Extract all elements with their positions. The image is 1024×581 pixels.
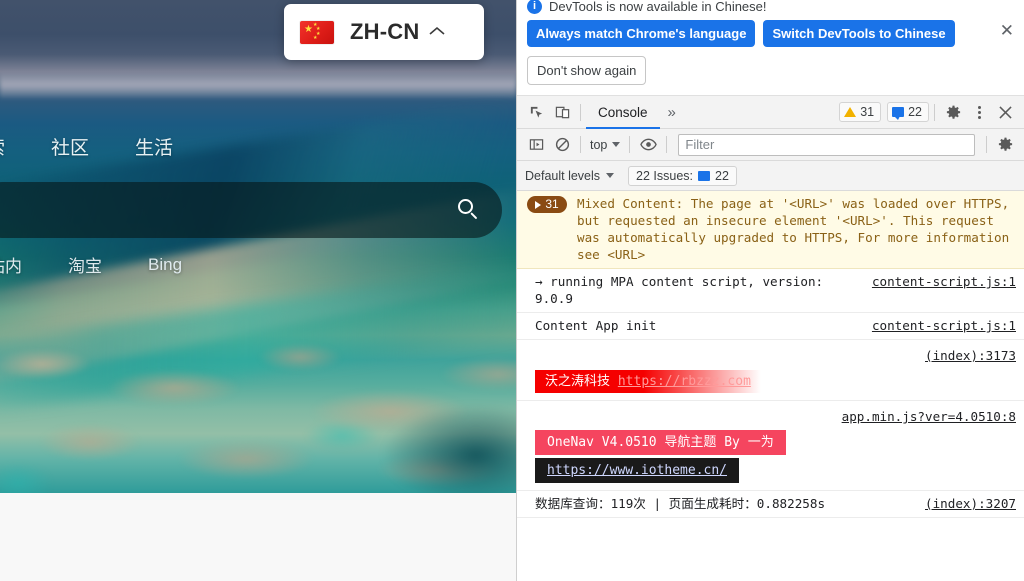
dont-show-again-button[interactable]: Don't show again bbox=[527, 56, 647, 85]
close-devtools-icon[interactable] bbox=[992, 99, 1018, 125]
page-content-below-hero bbox=[0, 493, 516, 581]
warning-icon bbox=[844, 107, 857, 117]
console-message-db-stats[interactable]: 数据库查询：119次 | 页面生成耗时：0.882258s (index):32… bbox=[517, 491, 1024, 518]
switch-devtools-language-button[interactable]: Switch DevTools to Chinese bbox=[763, 20, 955, 47]
search-icon[interactable] bbox=[458, 199, 480, 221]
language-label: ZH-CN bbox=[350, 19, 420, 44]
console-message-log-2[interactable]: Content App init content-script.js:1 bbox=[517, 313, 1024, 340]
log-text: Content App init bbox=[535, 318, 657, 333]
primary-nav: 索 社区 生活 bbox=[0, 133, 516, 160]
message-group-badge[interactable]: 31 bbox=[527, 196, 567, 213]
source-link[interactable]: (index):3207 bbox=[925, 495, 1016, 512]
devtools-language-banner: i DevTools is now available in Chinese! … bbox=[517, 0, 1024, 96]
console-filter-input[interactable] bbox=[678, 133, 975, 156]
hero-deep-water bbox=[336, 400, 516, 493]
execution-context-label: top bbox=[590, 137, 608, 152]
console-message-log-1[interactable]: → running MPA content script, version: 9… bbox=[517, 269, 1024, 313]
chevron-down-icon bbox=[612, 142, 621, 147]
banner-text: DevTools is now available in Chinese! bbox=[549, 0, 767, 14]
search-input[interactable] bbox=[14, 182, 414, 238]
styled-badge-red: 沃之涛科技 https://rbzzz.com bbox=[535, 370, 761, 393]
more-tabs-icon[interactable]: » bbox=[660, 104, 684, 121]
search-engine-tabs: 站内 淘宝 Bing bbox=[0, 252, 516, 277]
gear-icon[interactable] bbox=[940, 99, 966, 125]
clear-console-icon[interactable] bbox=[549, 132, 575, 158]
onenav-link[interactable]: https://www.iotheme.cn/ bbox=[547, 463, 727, 478]
source-link[interactable]: (index):3173 bbox=[925, 348, 1016, 363]
hero-background-image bbox=[0, 0, 516, 493]
web-page-pane: 索 社区 生活 站内 淘宝 Bing ★ ★ ★ ★ ★ ZH-CN bbox=[0, 0, 516, 581]
expand-triangle-icon bbox=[535, 200, 542, 209]
db-stats-text: 数据库查询：119次 | 页面生成耗时：0.882258s bbox=[535, 496, 826, 511]
console-settings-gear-icon[interactable] bbox=[992, 132, 1018, 158]
banner-button-row-secondary: Don't show again bbox=[527, 56, 1014, 85]
language-selector[interactable]: ★ ★ ★ ★ ★ ZH-CN bbox=[284, 4, 484, 60]
live-expression-icon[interactable] bbox=[635, 132, 661, 158]
chevron-down-icon-levels bbox=[606, 173, 615, 178]
filterbar-divider-4 bbox=[986, 136, 987, 153]
console-sidebar-icon[interactable] bbox=[523, 132, 549, 158]
filterbar-divider bbox=[580, 136, 581, 153]
toolbar-divider-2 bbox=[934, 103, 935, 121]
issues-counter[interactable]: 22 bbox=[887, 102, 929, 122]
inspect-element-icon[interactable] bbox=[523, 99, 549, 125]
devtools-panel: i DevTools is now available in Chinese! … bbox=[516, 0, 1024, 581]
nav-item-community[interactable]: 社区 bbox=[51, 133, 89, 160]
console-levels-toolbar: Default levels 22 Issues: 22 bbox=[517, 161, 1024, 191]
console-message-styled-red[interactable]: (index):3173 沃之涛科技 https://rbzzz.com bbox=[517, 340, 1024, 401]
warning-count: 31 bbox=[860, 105, 875, 119]
console-message-styled-onenav[interactable]: app.min.js?ver=4.0510:8 OneNav V4.0510 导… bbox=[517, 401, 1024, 491]
nav-item-search[interactable]: 索 bbox=[0, 133, 5, 160]
devtools-main-toolbar: Console » 31 22 bbox=[517, 96, 1024, 129]
styled-badge-label: 沃之涛科技 bbox=[545, 374, 611, 389]
source-link[interactable]: app.min.js?ver=4.0510:8 bbox=[842, 409, 1016, 424]
filterbar-divider-3 bbox=[666, 136, 668, 153]
flag-cn-icon: ★ ★ ★ ★ ★ bbox=[300, 20, 334, 44]
chevron-up-icon[interactable] bbox=[429, 24, 445, 40]
banner-close-icon[interactable]: ✕ bbox=[1000, 22, 1014, 39]
source-link[interactable]: content-script.js:1 bbox=[872, 273, 1016, 290]
banner-button-row: Always match Chrome's language Switch De… bbox=[527, 20, 1014, 47]
group-count: 31 bbox=[545, 197, 559, 211]
search-tab-taobao[interactable]: 淘宝 bbox=[68, 252, 102, 277]
warning-message-text: Mixed Content: The page at '<URL>' was l… bbox=[577, 196, 1010, 262]
nav-item-life[interactable]: 生活 bbox=[135, 133, 173, 160]
log-levels-selector[interactable]: Default levels bbox=[525, 168, 615, 183]
log-text: → running MPA content script, version: 9… bbox=[535, 274, 824, 306]
more-options-icon[interactable] bbox=[966, 99, 992, 125]
issues-label: 22 Issues: bbox=[636, 168, 694, 183]
hero-cloud-band bbox=[0, 72, 516, 100]
log-levels-label: Default levels bbox=[525, 168, 601, 183]
warning-counter[interactable]: 31 bbox=[839, 102, 882, 122]
issues-count: 22 bbox=[715, 168, 729, 183]
tab-console[interactable]: Console bbox=[586, 96, 660, 129]
execution-context-selector[interactable]: top bbox=[586, 138, 624, 152]
filterbar-divider-2 bbox=[629, 136, 631, 153]
info-icon: i bbox=[527, 0, 542, 14]
styled-badge-pink: OneNav V4.0510 导航主题 By 一为 bbox=[535, 430, 786, 455]
issues-summary-pill[interactable]: 22 Issues: 22 bbox=[628, 165, 737, 186]
search-tab-onsite[interactable]: 站内 bbox=[0, 252, 22, 277]
issue-icon bbox=[698, 170, 711, 181]
styled-badge-link[interactable]: https://rbzzz.com bbox=[618, 374, 751, 389]
console-filter-toolbar: top bbox=[517, 129, 1024, 161]
banner-headline-row: i DevTools is now available in Chinese! bbox=[527, 0, 1014, 14]
toolbar-divider bbox=[580, 103, 581, 121]
source-link[interactable]: content-script.js:1 bbox=[872, 317, 1016, 334]
device-toolbar-icon[interactable] bbox=[549, 99, 575, 125]
search-tab-bing[interactable]: Bing bbox=[148, 255, 182, 275]
styled-badge-black: https://www.iotheme.cn/ bbox=[535, 458, 740, 483]
always-match-language-button[interactable]: Always match Chrome's language bbox=[527, 20, 756, 47]
message-icon bbox=[892, 107, 905, 120]
console-message-warning[interactable]: 31 Mixed Content: The page at '<URL>' wa… bbox=[517, 191, 1024, 269]
console-message-list[interactable]: 31 Mixed Content: The page at '<URL>' wa… bbox=[517, 191, 1024, 581]
screen-root: 索 社区 生活 站内 淘宝 Bing ★ ★ ★ ★ ★ ZH-CN bbox=[0, 0, 1024, 581]
message-count: 22 bbox=[908, 105, 922, 119]
site-search-bar[interactable] bbox=[0, 182, 502, 238]
